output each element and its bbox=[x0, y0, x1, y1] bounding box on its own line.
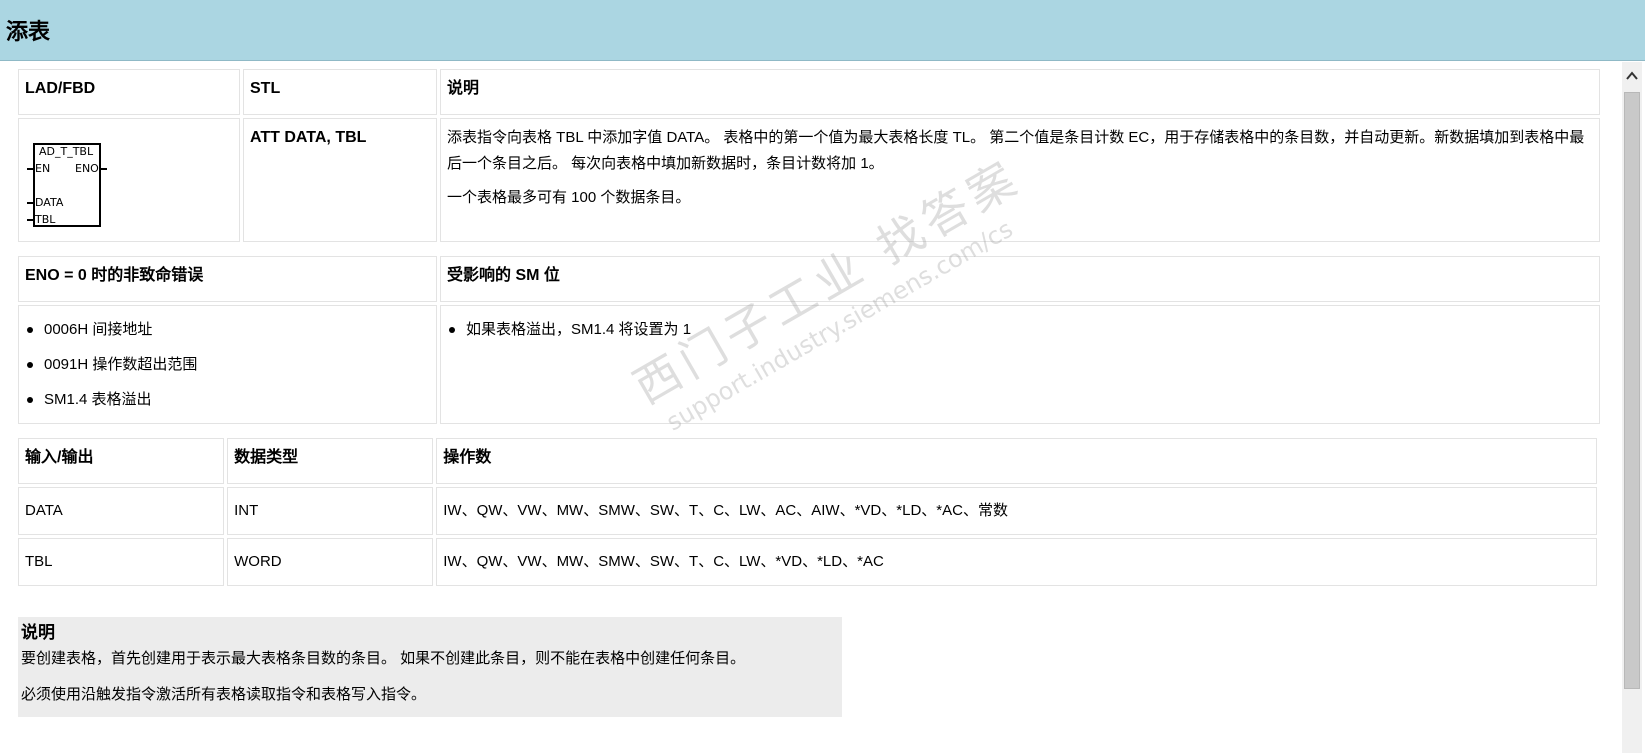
data-wire bbox=[27, 202, 33, 204]
lad-cell: AD_T_TBL EN ENO DATA TBL bbox=[18, 118, 240, 242]
tbl-wire bbox=[27, 219, 33, 221]
note-box: 说明 要创建表格，首先创建用于表示最大表格条目数的条目。 如果不创建此条目，则不… bbox=[18, 617, 842, 717]
chevron-up-icon[interactable] bbox=[1622, 70, 1642, 86]
sm-bit-list: 如果表格溢出，SM1.4 将设置为 1 bbox=[447, 312, 1593, 347]
table-row: DATA INT IW、QW、VW、MW、SMW、SW、T、C、LW、AC、AI… bbox=[18, 487, 1597, 535]
table-row: AD_T_TBL EN ENO DATA TBL ATT DATA, TBL 添… bbox=[18, 118, 1600, 242]
eno-wire bbox=[101, 168, 107, 170]
note-line: 要创建表格，首先创建用于表示最大表格条目数的条目。 如果不创建此条目，则不能在表… bbox=[21, 650, 746, 667]
operands-cell: IW、QW、VW、MW、SMW、SW、T、C、LW、*VD、*LD、*AC bbox=[436, 538, 1597, 586]
en-wire bbox=[27, 168, 33, 170]
col-header-io: 输入/输出 bbox=[18, 438, 225, 484]
note-title: 说明 bbox=[21, 623, 55, 642]
lad-box-title: AD_T_TBL bbox=[39, 145, 94, 158]
table-row: 0006H 间接地址 0091H 操作数超出范围 SM1.4 表格溢出 如果表格… bbox=[18, 305, 1600, 424]
note-line: 必须使用沿触发指令激活所有表格读取指令和表格写入指令。 bbox=[21, 686, 427, 703]
operands-cell: IW、QW、VW、MW、SMW、SW、T、C、LW、AC、AIW、*VD、*LD… bbox=[436, 487, 1597, 535]
list-item: SM1.4 表格溢出 bbox=[25, 382, 430, 417]
list-item: 0091H 操作数超出范围 bbox=[25, 347, 430, 382]
page-title: 添表 bbox=[6, 20, 51, 45]
list-item: 如果表格溢出，SM1.4 将设置为 1 bbox=[447, 312, 1593, 347]
instruction-table: LAD/FBD STL 说明 AD_T_TBL EN ENO DATA TBL bbox=[15, 66, 1603, 245]
col-header-operands: 操作数 bbox=[436, 438, 1597, 484]
list-item: 0006H 间接地址 bbox=[25, 312, 430, 347]
lad-pin-en: EN bbox=[35, 162, 51, 175]
col-header-lad: LAD/FBD bbox=[18, 69, 240, 115]
col-header-stl: STL bbox=[243, 69, 437, 115]
error-table: ENO = 0 时的非致命错误 受影响的 SM 位 0006H 间接地址 009… bbox=[15, 253, 1603, 427]
type-cell: INT bbox=[227, 487, 434, 535]
io-cell: DATA bbox=[18, 487, 225, 535]
lad-block-diagram: AD_T_TBL EN ENO DATA TBL bbox=[23, 125, 143, 235]
sm-bits-cell: 如果表格溢出，SM1.4 将设置为 1 bbox=[440, 305, 1600, 424]
operand-table: 输入/输出 数据类型 操作数 DATA INT IW、QW、VW、MW、SMW、… bbox=[15, 435, 1600, 589]
vertical-scrollbar[interactable] bbox=[1622, 62, 1642, 753]
table-header-row: LAD/FBD STL 说明 bbox=[18, 69, 1600, 115]
error-list: 0006H 间接地址 0091H 操作数超出范围 SM1.4 表格溢出 bbox=[25, 312, 430, 417]
description-cell: 添表指令向表格 TBL 中添加字值 DATA。 表格中的第一个值为最大表格长度 … bbox=[440, 118, 1600, 242]
content-area: LAD/FBD STL 说明 AD_T_TBL EN ENO DATA TBL bbox=[18, 66, 1600, 589]
description-text: 添表指令向表格 TBL 中添加字值 DATA。 表格中的第一个值为最大表格长度 … bbox=[447, 129, 1585, 172]
scrollbar-thumb[interactable] bbox=[1624, 92, 1640, 689]
stl-cell: ATT DATA, TBL bbox=[243, 118, 437, 242]
col-header-sm-bits: 受影响的 SM 位 bbox=[440, 256, 1600, 302]
table-header-row: 输入/输出 数据类型 操作数 bbox=[18, 438, 1597, 484]
description-limit: 一个表格最多可有 100 个数据条目。 bbox=[447, 189, 691, 206]
col-header-type: 数据类型 bbox=[227, 438, 434, 484]
table-row: TBL WORD IW、QW、VW、MW、SMW、SW、T、C、LW、*VD、*… bbox=[18, 538, 1597, 586]
lad-pin-tbl: TBL bbox=[35, 213, 56, 226]
table-header-row: ENO = 0 时的非致命错误 受影响的 SM 位 bbox=[18, 256, 1600, 302]
io-cell: TBL bbox=[18, 538, 225, 586]
title-bar: 添表 bbox=[0, 0, 1645, 61]
type-cell: WORD bbox=[227, 538, 434, 586]
lad-pin-eno: ENO bbox=[75, 162, 99, 175]
lad-pin-data: DATA bbox=[35, 196, 64, 209]
col-header-desc: 说明 bbox=[440, 69, 1600, 115]
col-header-errors: ENO = 0 时的非致命错误 bbox=[18, 256, 437, 302]
errors-cell: 0006H 间接地址 0091H 操作数超出范围 SM1.4 表格溢出 bbox=[18, 305, 437, 424]
